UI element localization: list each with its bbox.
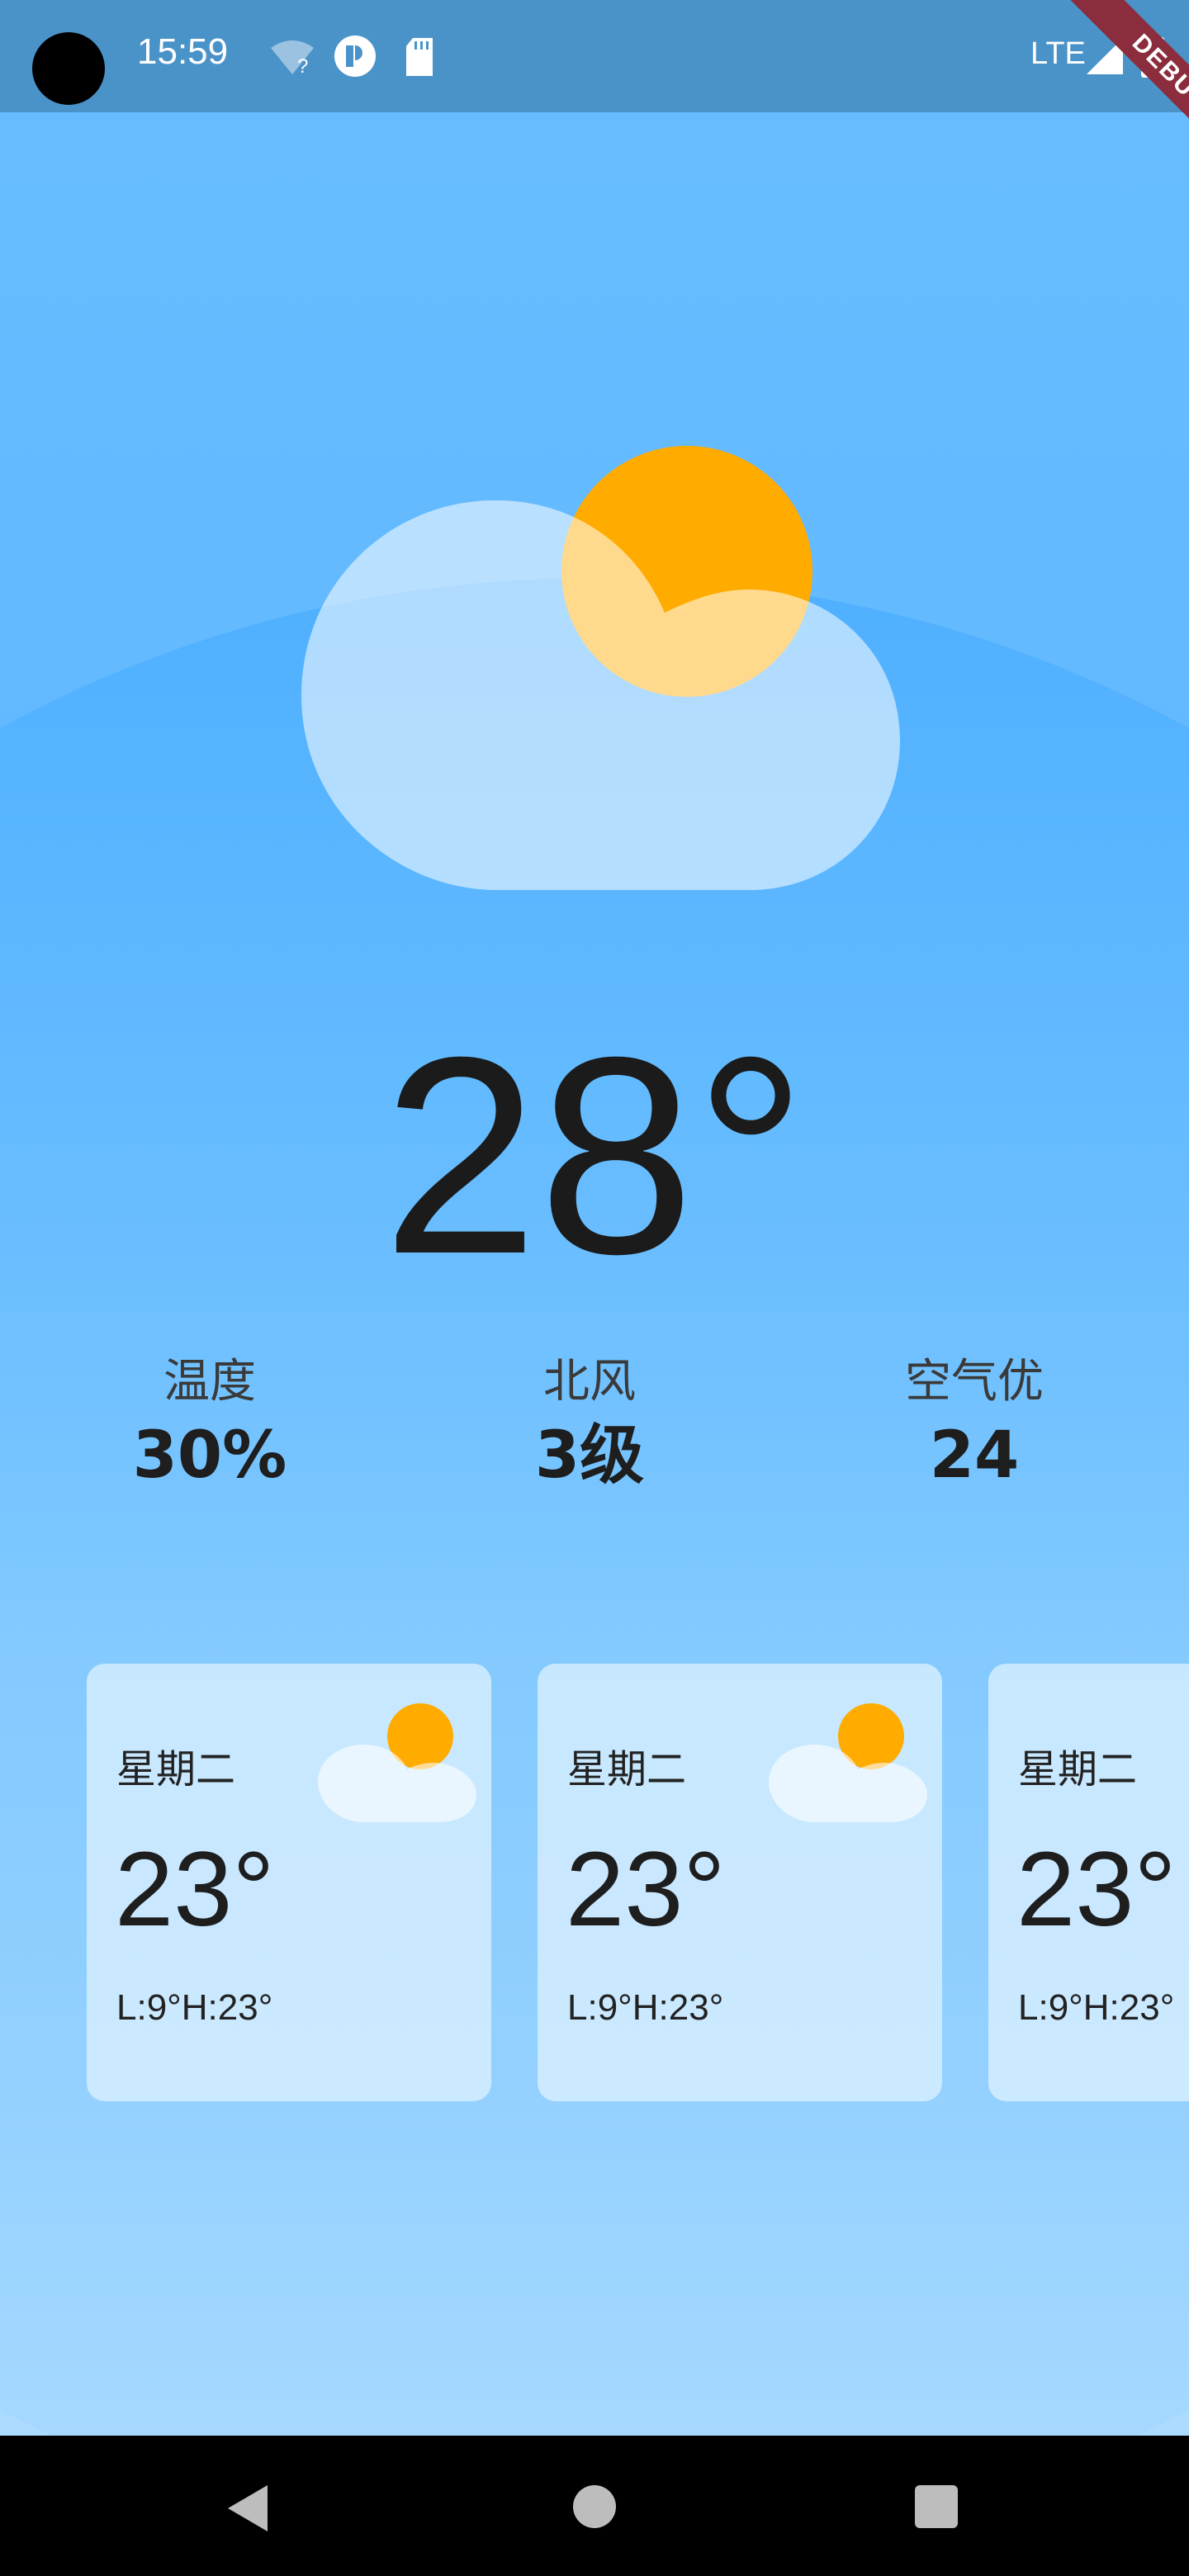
sd-card-icon	[406, 38, 433, 76]
app-notification-icon	[334, 36, 376, 77]
forecast-range: L:9°H:23°	[1018, 1987, 1175, 2028]
partly-cloudy-icon	[301, 446, 900, 890]
metric-humidity: 温度 30%	[86, 1354, 334, 1499]
camera-cutout	[32, 32, 105, 105]
svg-text:?: ?	[297, 55, 308, 76]
forecast-card[interactable]: 星期二 23° L:9°H:23°	[988, 1664, 1189, 2101]
wifi-unknown-icon: ?	[271, 40, 314, 76]
forecast-temperature: 23°	[566, 1830, 726, 1949]
metric-value: 24	[929, 1418, 1020, 1494]
network-type: LTE	[1030, 36, 1086, 71]
home-icon[interactable]	[573, 2485, 616, 2528]
metric-wind: 北风 3级	[466, 1354, 713, 1499]
forecast-temperature: 23°	[1016, 1830, 1177, 1949]
forecast-range: L:9°H:23°	[116, 1987, 273, 2028]
current-temperature: 28°	[381, 999, 808, 1313]
forecast-card[interactable]: 星期二 23° L:9°H:23°	[87, 1664, 491, 2101]
status-time: 15:59	[137, 31, 229, 72]
metric-value: 30%	[132, 1418, 287, 1494]
partly-cloudy-icon	[318, 1703, 476, 1822]
forecast-range: L:9°H:23°	[567, 1987, 724, 2028]
metric-label: 北风	[543, 1355, 636, 1409]
forecast-temperature: 23°	[115, 1830, 275, 1949]
forecast-card[interactable]: 星期二 23° L:9°H:23°	[538, 1664, 942, 2101]
recents-icon[interactable]	[915, 2485, 958, 2528]
forecast-day: 星期二	[1018, 1746, 1138, 1792]
metric-label: 温度	[163, 1355, 256, 1409]
forecast-day: 星期二	[116, 1746, 236, 1792]
partly-cloudy-icon	[769, 1703, 927, 1822]
metric-label: 空气优	[905, 1355, 1044, 1409]
forecast-day: 星期二	[567, 1746, 687, 1792]
metric-value: 3级	[534, 1418, 645, 1494]
metric-air-quality: 空气优 24	[850, 1354, 1098, 1499]
weather-screen: 15:59 ? LTE DEBUG 28° 温度 30% 北风 3级 空气优 2…	[0, 0, 1189, 2576]
back-icon[interactable]	[225, 2484, 271, 2533]
